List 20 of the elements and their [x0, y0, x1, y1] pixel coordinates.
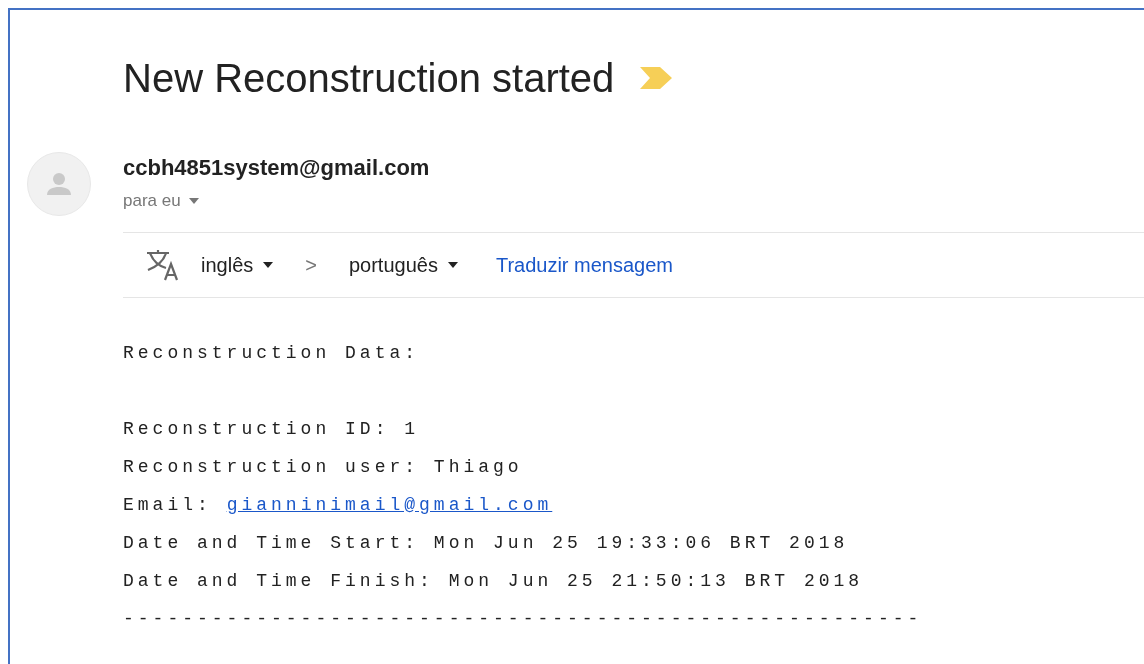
target-language-dropdown[interactable]: português — [348, 249, 458, 280]
email-subject: New Reconstruction started — [123, 55, 615, 102]
body-line: Reconstruction user: Thiago — [123, 455, 523, 479]
body-line: Reconstruction ID: 1 — [123, 417, 420, 441]
caret-icon — [263, 261, 274, 268]
translate-icon — [145, 248, 179, 281]
body-line: ------------------------------------------------------ — [123, 607, 923, 631]
importance-marker-icon[interactable] — [640, 67, 673, 89]
caret-icon — [447, 261, 458, 268]
body-line: Date and Time Finish: Mon Jun 25 21:50:13 BRT 2018 — [123, 569, 864, 593]
caret-icon[interactable] — [188, 197, 199, 204]
translate-message-link[interactable]: Traduzir mensagem — [495, 249, 674, 280]
sender-email: ccbh4851system@gmail.com — [123, 154, 431, 182]
body-line: Date and Time Start: Mon Jun 25 19:33:06 BRT 2018 — [123, 531, 849, 555]
recipient-label: para eu — [123, 190, 181, 212]
email-link[interactable]: gianninimail@gmail.com — [226, 485, 553, 524]
body-line: Reconstruction Data: — [123, 341, 420, 365]
body-line: Email: — [123, 493, 212, 517]
source-language-dropdown[interactable]: inglês — [201, 249, 274, 280]
arrow-separator: > — [305, 252, 317, 278]
